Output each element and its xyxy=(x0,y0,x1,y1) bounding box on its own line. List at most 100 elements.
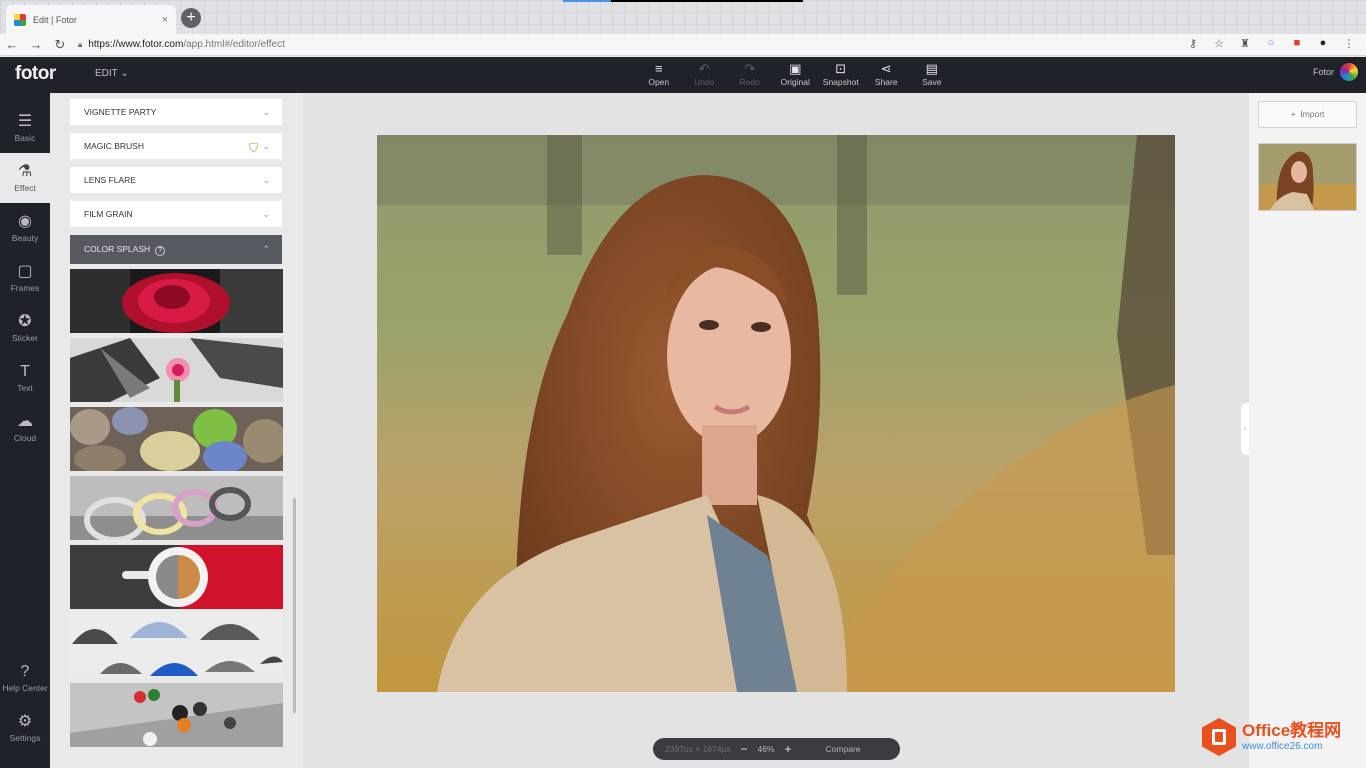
section-magic-brush[interactable]: MAGIC BRUSH ⛉ ⌄ xyxy=(70,133,282,159)
color-icon[interactable]: ■ xyxy=(1290,37,1304,50)
open-button[interactable]: ≡ Open xyxy=(636,60,682,87)
browser-toolbar-icons: ⚷ ☆ ♜ ○ ■ ● ⋮ xyxy=(1186,37,1356,50)
menu-icon[interactable]: ⋮ xyxy=(1342,37,1356,50)
save-label: Save xyxy=(922,77,942,87)
color-splash-thumb-rose[interactable] xyxy=(70,269,283,333)
nav-help-center[interactable]: ? Help Center xyxy=(0,653,50,703)
color-splash-thumb-coffee[interactable] xyxy=(70,545,283,609)
nav-text[interactable]: T Text xyxy=(0,353,50,403)
zoom-bar: 2397px × 1674px − 46% + Compare xyxy=(653,738,900,760)
nav-beauty[interactable]: ◉ Beauty xyxy=(0,203,50,253)
share-icon: ⋖ xyxy=(880,61,892,76)
url-path: /app.html#/editor/effect xyxy=(183,39,285,50)
user-menu[interactable]: Fotor xyxy=(1313,63,1358,81)
section-color-splash[interactable]: COLOR SPLASH? ⌃ xyxy=(70,235,282,264)
share-label: Share xyxy=(874,77,898,87)
nav-sticker[interactable]: ✪ Sticker xyxy=(0,303,50,353)
color-splash-thumb-pumpkins[interactable] xyxy=(70,407,283,471)
help-icon[interactable]: ? xyxy=(155,246,166,256)
import-button[interactable]: + Import xyxy=(1258,101,1357,128)
chevron-down-icon: ⌄ xyxy=(262,141,270,151)
snapshot-label: Snapshot xyxy=(822,77,859,87)
color-splash-thumb-umbrellas[interactable] xyxy=(70,614,283,678)
nav-effect-label: Effect xyxy=(14,183,36,193)
frame-icon: ▢ xyxy=(17,263,33,280)
zoom-out-button[interactable]: − xyxy=(740,742,747,756)
nav-frames-label: Frames xyxy=(10,283,40,293)
redo-button[interactable]: ↷ Redo xyxy=(727,60,773,87)
nav-basic[interactable]: ☰ Basic xyxy=(0,103,50,153)
nav-cloud[interactable]: ☁ Cloud xyxy=(0,403,50,453)
snapshot-icon: ⊡ xyxy=(835,61,847,76)
chevron-down-icon: ⌄ xyxy=(262,175,270,185)
open-icon: ≡ xyxy=(654,61,663,76)
compare-button[interactable]: Compare xyxy=(826,744,861,754)
umbrellas-image xyxy=(70,614,283,678)
office-logo-icon xyxy=(1202,718,1236,756)
section-film-grain[interactable]: FILM GRAIN ⌄ xyxy=(70,201,282,227)
image-dimensions: 2397px × 1674px xyxy=(665,744,731,754)
pumpkins-image xyxy=(70,407,283,471)
extension-icon[interactable]: ♜ xyxy=(1238,37,1252,50)
share-button[interactable]: ⋖ Share xyxy=(864,60,910,87)
nav-help-label: Help Center xyxy=(2,683,48,693)
panel-scrollbar[interactable] xyxy=(293,498,296,713)
collapse-right-panel-handle[interactable]: › xyxy=(1241,403,1249,455)
chevron-down-icon: ⌄ xyxy=(120,68,129,79)
app-header: fotor EDIT ⌄ ≡ Open ↶ Undo ↷ Redo ▣ Original… xyxy=(0,57,1366,93)
save-button[interactable]: ▤ Save xyxy=(909,60,955,87)
back-icon[interactable]: ← xyxy=(0,37,24,52)
nav-settings[interactable]: ⚙ Settings xyxy=(0,703,50,753)
forward-icon[interactable]: → xyxy=(24,37,48,52)
flower-image xyxy=(70,338,283,402)
nav-beauty-label: Beauty xyxy=(11,233,39,243)
nav-sticker-label: Sticker xyxy=(12,333,38,343)
tab-title: Edit | Fotor xyxy=(33,14,77,25)
cloud-icon: ☁ xyxy=(17,413,33,430)
new-tab-button[interactable]: + xyxy=(181,8,201,28)
portrait-thumbnail-image xyxy=(1259,144,1356,210)
color-splash-thumb-flower[interactable] xyxy=(70,338,283,402)
section-lens-flare[interactable]: LENS FLARE ⌄ xyxy=(70,167,282,193)
section-label: COLOR SPLASH xyxy=(84,244,151,254)
tab-close-icon[interactable]: × xyxy=(162,14,168,26)
circle-icon[interactable]: ○ xyxy=(1264,37,1278,50)
portrait-photo[interactable] xyxy=(377,135,1175,692)
sticker-icon: ✪ xyxy=(18,313,32,330)
original-button[interactable]: ▣ Original xyxy=(773,60,819,87)
browser-tab[interactable]: Edit | Fotor × xyxy=(6,5,176,34)
open-label: Open xyxy=(648,77,670,87)
zoom-in-button[interactable]: + xyxy=(785,742,792,756)
import-label: Import xyxy=(1300,109,1325,119)
tape-image xyxy=(70,476,283,540)
original-label: Original xyxy=(780,77,810,87)
fotor-logo[interactable]: fotor xyxy=(15,63,56,85)
url-field[interactable]: 🔒︎ https://www.fotor.com/app.html#/edito… xyxy=(78,39,285,50)
section-label: LENS FLARE xyxy=(84,175,136,185)
avatar-icon[interactable]: ● xyxy=(1316,37,1330,50)
redo-icon: ↷ xyxy=(744,61,756,76)
nav-basic-label: Basic xyxy=(14,133,36,143)
gear-icon: ⚙ xyxy=(17,713,33,730)
key-icon[interactable]: ⚷ xyxy=(1186,37,1200,50)
chevron-up-icon: ⌃ xyxy=(262,244,270,254)
color-splash-thumb-tape[interactable] xyxy=(70,476,283,540)
nav-effect[interactable]: ⚗ Effect xyxy=(0,153,50,203)
nav-frames[interactable]: ▢ Frames xyxy=(0,253,50,303)
redo-label: Redo xyxy=(739,77,760,87)
loading-bar xyxy=(563,0,803,2)
section-vignette-party[interactable]: VIGNETTE PARTY ⌄ xyxy=(70,99,282,125)
coffee-image xyxy=(70,545,283,609)
image-thumbnail[interactable] xyxy=(1258,143,1357,211)
right-panel: + Import xyxy=(1249,93,1366,768)
star-icon[interactable]: ☆ xyxy=(1212,37,1226,50)
original-icon: ▣ xyxy=(789,61,802,76)
edit-menu[interactable]: EDIT ⌄ xyxy=(95,68,129,79)
marbles-image xyxy=(70,683,283,747)
color-splash-thumb-marbles[interactable] xyxy=(70,683,283,747)
snapshot-button[interactable]: ⊡ Snapshot xyxy=(818,60,864,87)
sliders-icon: ☰ xyxy=(17,113,33,130)
undo-label: Undo xyxy=(694,77,715,87)
reload-icon[interactable]: ↻ xyxy=(48,37,72,53)
undo-button[interactable]: ↶ Undo xyxy=(682,60,728,87)
